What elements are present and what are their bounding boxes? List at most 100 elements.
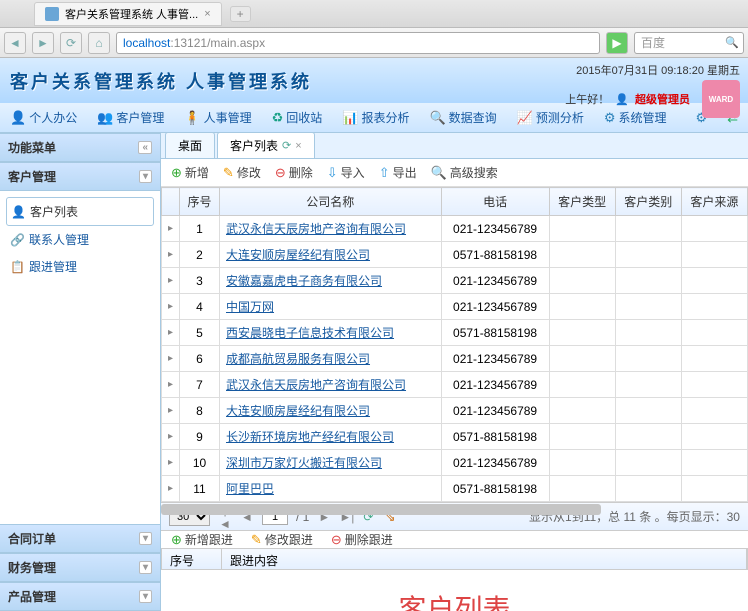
nav-item[interactable]: 🔍数据查询 <box>419 103 506 132</box>
go-button[interactable]: ▶ <box>606 32 628 54</box>
expand-icon[interactable]: ▸ <box>162 216 180 242</box>
company-link[interactable]: 武汉永信天辰房地产咨询有限公司 <box>220 216 442 242</box>
app-header: 客户关系管理系统 人事管理系统 2015年07月31日 09:18:20 星期五… <box>0 58 748 103</box>
nav-item[interactable]: 👥客户管理 <box>87 103 174 132</box>
column-header[interactable] <box>162 188 180 216</box>
toolbar-button[interactable]: ⊖删除 <box>275 164 313 181</box>
company-link[interactable]: 阿里巴巴 <box>220 476 442 502</box>
company-link[interactable]: 安徽嘉嘉虎电子商务有限公司 <box>220 268 442 294</box>
toolbar-button[interactable]: ⊖删除跟进 <box>331 531 393 548</box>
toolbar-icon: ⊖ <box>275 165 286 181</box>
sidebar-footer-item[interactable]: 合同订单▾ <box>0 524 160 553</box>
table-row[interactable]: ▸1武汉永信天辰房地产咨询有限公司021-123456789 <box>162 216 748 242</box>
expand-icon[interactable]: ▾ <box>139 561 152 574</box>
company-link[interactable]: 成都高航贸易服务有限公司 <box>220 346 442 372</box>
table-row[interactable]: ▸2大连安顺房屋经纪有限公司0571-88158198 <box>162 242 748 268</box>
table-row[interactable]: ▸3安徽嘉嘉虎电子商务有限公司021-123456789 <box>162 268 748 294</box>
toolbar-button[interactable]: ⊕新增跟进 <box>171 531 233 548</box>
tab[interactable]: 客户列表⟳× <box>217 133 315 158</box>
tree-icon: 👤 <box>11 205 25 219</box>
sidebar-item[interactable]: 👤客户列表 <box>6 197 154 226</box>
followup-col[interactable]: 序号 <box>162 549 222 569</box>
toolbar-icon: 🔍 <box>431 165 447 181</box>
toolbar-button[interactable]: ⇧导出 <box>379 164 417 181</box>
table-row[interactable]: ▸7武汉永信天辰房地产咨询有限公司021-123456789 <box>162 372 748 398</box>
nav-icon: 👥 <box>97 110 113 126</box>
table-row[interactable]: ▸9长沙新环境房地产经纪有限公司0571-88158198 <box>162 424 748 450</box>
table-row[interactable]: ▸5西安晨晓电子信息技术有限公司0571-88158198 <box>162 320 748 346</box>
toolbar-icon: ✎ <box>223 165 234 181</box>
company-link[interactable]: 西安晨晓电子信息技术有限公司 <box>220 320 442 346</box>
company-link[interactable]: 大连安顺房屋经纪有限公司 <box>220 398 442 424</box>
nav-item[interactable]: 👤个人办公 <box>0 103 87 132</box>
reload-button[interactable]: ⟳ <box>60 32 82 54</box>
new-tab-button[interactable]: + <box>230 6 251 22</box>
url-input[interactable]: localhost:13121/main.aspx <box>116 32 600 54</box>
collapse-icon[interactable]: « <box>138 141 152 154</box>
home-button[interactable]: ⌂ <box>88 32 110 54</box>
sidebar-item[interactable]: 🔗联系人管理 <box>6 226 154 253</box>
panel-collapse-icon[interactable]: ▾ <box>139 170 152 183</box>
grid-wrap: 序号公司名称电话客户类型客户类别客户来源 ▸1武汉永信天辰房地产咨询有限公司02… <box>161 187 748 611</box>
browser-tab[interactable]: 客户关系管理系统 人事管... × <box>34 2 222 26</box>
expand-icon[interactable]: ▸ <box>162 424 180 450</box>
tab-close-icon[interactable]: × <box>295 140 301 152</box>
sidebar-footer-item[interactable]: 产品管理▾ <box>0 582 160 611</box>
table-row[interactable]: ▸4中国万网021-123456789 <box>162 294 748 320</box>
browser-search-input[interactable]: 百度 <box>634 32 744 54</box>
close-tab-icon[interactable]: × <box>204 8 210 20</box>
nav-item[interactable]: ♻回收站 <box>262 103 333 132</box>
sidebar-footer: 合同订单▾财务管理▾产品管理▾ <box>0 524 160 611</box>
header-right: 2015年07月31日 09:18:20 星期五 上午好！ 👤 超级管理员 WA… <box>565 62 740 118</box>
forward-button[interactable]: ► <box>32 32 54 54</box>
table-row[interactable]: ▸8大连安顺房屋经纪有限公司021-123456789 <box>162 398 748 424</box>
tab-refresh-icon[interactable]: ⟳ <box>282 139 291 152</box>
expand-icon[interactable]: ▸ <box>162 372 180 398</box>
expand-icon[interactable]: ▸ <box>162 476 180 502</box>
table-row[interactable]: ▸11阿里巴巴0571-88158198 <box>162 476 748 502</box>
expand-icon[interactable]: ▸ <box>162 450 180 476</box>
content: 功能菜单 « 客户管理 ▾ 👤客户列表🔗联系人管理📋跟进管理 合同订单▾财务管理… <box>0 133 748 611</box>
followup-col[interactable]: 跟进内容 <box>222 549 747 569</box>
expand-icon[interactable]: ▸ <box>162 242 180 268</box>
nav-icon: 👤 <box>10 110 26 126</box>
column-header[interactable]: 序号 <box>180 188 220 216</box>
company-link[interactable]: 深圳市万家灯火搬迁有限公司 <box>220 450 442 476</box>
sidebar-footer-item[interactable]: 财务管理▾ <box>0 553 160 582</box>
back-button[interactable]: ◄ <box>4 32 26 54</box>
toolbar-button[interactable]: ⇩导入 <box>327 164 365 181</box>
tab[interactable]: 桌面 <box>165 133 215 158</box>
company-link[interactable]: 长沙新环境房地产经纪有限公司 <box>220 424 442 450</box>
column-header[interactable]: 客户类型 <box>549 188 615 216</box>
expand-icon[interactable]: ▾ <box>139 532 152 545</box>
table-row[interactable]: ▸10深圳市万家灯火搬迁有限公司021-123456789 <box>162 450 748 476</box>
user-label[interactable]: 超级管理员 <box>635 91 690 107</box>
url-bar: ◄ ► ⟳ ⌂ localhost:13121/main.aspx ▶ 百度 <box>0 28 748 58</box>
expand-icon[interactable]: ▸ <box>162 398 180 424</box>
expand-icon[interactable]: ▸ <box>162 320 180 346</box>
toolbar-button[interactable]: ✎修改跟进 <box>251 531 313 548</box>
toolbar-button[interactable]: ⊕新增 <box>171 164 209 181</box>
expand-icon[interactable]: ▸ <box>162 294 180 320</box>
company-link[interactable]: 武汉永信天辰房地产咨询有限公司 <box>220 372 442 398</box>
sidebar-panel-header[interactable]: 客户管理 ▾ <box>0 162 160 191</box>
toolbar-icon: ✎ <box>251 532 262 548</box>
toolbar-icon: ⇩ <box>327 165 338 181</box>
column-header[interactable]: 客户类别 <box>615 188 681 216</box>
nav-item[interactable]: 📊报表分析 <box>332 103 419 132</box>
sidebar-item[interactable]: 📋跟进管理 <box>6 253 154 280</box>
company-link[interactable]: 大连安顺房屋经纪有限公司 <box>220 242 442 268</box>
toolbar-button[interactable]: ✎修改 <box>223 164 261 181</box>
expand-icon[interactable]: ▾ <box>139 590 152 603</box>
column-header[interactable]: 公司名称 <box>220 188 442 216</box>
column-header[interactable]: 电话 <box>441 188 549 216</box>
column-header[interactable]: 客户来源 <box>681 188 747 216</box>
url-port: :13121 <box>170 36 207 50</box>
table-row[interactable]: ▸6成都高航贸易服务有限公司021-123456789 <box>162 346 748 372</box>
nav-item[interactable]: 🧍人事管理 <box>174 103 261 132</box>
page-title-large: 客户列表 <box>161 570 748 611</box>
toolbar-button[interactable]: 🔍高级搜索 <box>431 164 498 181</box>
expand-icon[interactable]: ▸ <box>162 346 180 372</box>
expand-icon[interactable]: ▸ <box>162 268 180 294</box>
company-link[interactable]: 中国万网 <box>220 294 442 320</box>
